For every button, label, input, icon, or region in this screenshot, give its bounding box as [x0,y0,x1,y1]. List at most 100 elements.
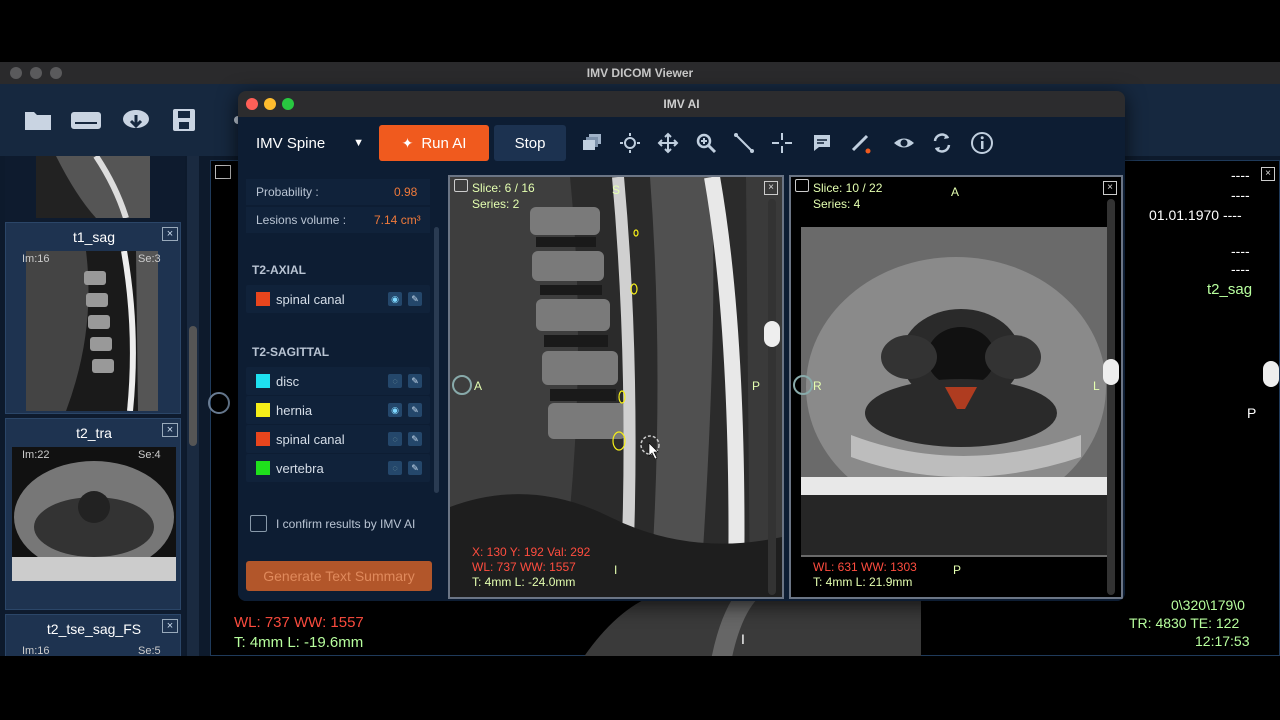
pencil-icon[interactable]: ✎ [408,403,422,417]
close-icon[interactable]: × [162,227,178,241]
label-row-spinal-canal-sag[interactable]: spinal canal ◌ ✎ [246,425,430,453]
sagittal-heading: T2-SAGITTAL [252,345,330,359]
brightness-icon[interactable] [612,125,648,161]
series-thumbnail-partial[interactable] [36,156,150,218]
info-icon[interactable] [964,125,1000,161]
series-card-t1-sag[interactable]: t1_sag × Im:16 Se:3 [5,222,181,414]
overlay-line: ---- [1231,187,1250,203]
pane-menu-icon[interactable] [795,179,809,192]
probability-row: Probability : 0.98 [246,179,430,205]
main-scroll-handle[interactable] [1263,361,1279,387]
series-scrollbar[interactable] [187,156,199,656]
window-level: WL: 631 WW: 1303 [813,560,917,574]
ruler-icon[interactable] [726,125,762,161]
lesions-row: Lesions volume : 7.14 cm³ [246,207,430,233]
color-swatch [256,461,270,475]
orientation-left: R [813,379,822,393]
folder-icon[interactable] [18,100,58,140]
series-name: t1_sag [72,229,116,245]
series-card-t2-tra[interactable]: t2_tra × Im:22 Se:4 [5,418,181,610]
pane-menu-icon[interactable] [454,179,468,192]
label-name: vertebra [276,461,324,476]
sync-icon[interactable] [452,375,472,395]
slice-scroll-handle[interactable] [764,321,780,347]
model-select[interactable]: IMV Spine ▼ [248,125,372,161]
pencil-icon[interactable]: ✎ [408,432,422,446]
sagittal-image-pane[interactable]: Slice: 6 / 16 Series: 2 S A P I × X: 130… [448,175,784,599]
zoom-icon[interactable] [688,125,724,161]
close-icon[interactable]: × [764,181,778,195]
orientation-bottom: I [741,631,745,647]
axial-image-pane[interactable]: Slice: 10 / 22 Series: 4 A R L P × WL: 6… [789,175,1123,599]
series-list-panel: t1_sag × Im:16 Se:3 t2_tra × Im:22 Se:4 … [5,156,185,656]
pen-icon[interactable] [842,125,878,161]
slice-scroll-handle[interactable] [1103,359,1119,385]
layers-icon[interactable] [574,125,610,161]
close-icon[interactable]: × [162,619,178,633]
series-image-count: Im:16 [22,645,50,656]
viewport-menu-icon[interactable] [215,165,231,179]
run-ai-button[interactable]: ✦ Run AI [379,125,489,161]
eye-off-icon[interactable]: ◌ [388,374,402,388]
series-name: t2_tra [76,425,112,441]
overlay-coordinates: 0\320\179\0 [1171,597,1245,613]
results-scrollbar[interactable] [434,227,439,493]
label-row-vertebra[interactable]: vertebra ◌ ✎ [246,454,430,482]
label-row-disc[interactable]: disc ◌ ✎ [246,367,430,395]
label-row-hernia[interactable]: hernia ◉ ✎ [246,396,430,424]
color-swatch [256,432,270,446]
eye-icon[interactable]: ◉ [388,403,402,417]
overlay-time: 12:17:53 [1195,633,1250,649]
confirm-label: I confirm results by IMV AI [276,517,416,531]
confirm-checkbox[interactable] [250,515,267,532]
generate-summary-button[interactable]: Generate Text Summary [246,561,432,591]
overlay-series-name: t2_sag [1207,281,1253,298]
comment-icon[interactable] [804,125,840,161]
series-thumbnail [12,447,176,581]
pencil-icon[interactable]: ✎ [408,461,422,475]
scroll-thumb[interactable] [189,326,197,446]
drive-icon[interactable] [66,100,106,140]
color-swatch [256,292,270,306]
close-icon[interactable]: × [1261,167,1275,181]
probability-label: Probability : [256,185,319,199]
series-number: Se:4 [138,449,161,461]
eye-icon[interactable]: ◉ [388,292,402,306]
slice-thickness: T: 4mm L: 21.9mm [813,575,913,589]
orientation-right: P [752,379,761,393]
label-row-spinal-canal[interactable]: spinal canal ◉ ✎ [246,285,430,313]
run-ai-label: Run AI [421,134,467,152]
label-name: hernia [276,403,313,418]
ai-titlebar: IMV AI [238,91,1125,117]
eye-icon[interactable] [886,125,922,161]
overlay-line: ---- [1231,261,1250,277]
download-icon[interactable] [116,100,156,140]
pencil-icon[interactable]: ✎ [408,374,422,388]
color-swatch [256,374,270,388]
overlay-date: 01.01.1970 ---- [1149,207,1242,223]
slice-scrollbar[interactable] [1107,199,1115,595]
sync-icon[interactable] [793,375,813,395]
crosshair-icon[interactable] [764,125,800,161]
close-icon[interactable]: × [162,423,178,437]
viewport-sync-icon[interactable] [208,392,230,414]
series-thumbnail [26,251,158,411]
pencil-icon[interactable]: ✎ [408,292,422,306]
orientation-right: P [1247,405,1257,421]
lesions-label: Lesions volume : [256,213,347,227]
sparkle-icon: ✦ [401,134,414,151]
main-titlebar: IMV DICOM Viewer [0,62,1280,84]
series-card-t2-tse-sag-fs[interactable]: t2_tse_sag_FS × Im:16 Se:5 [5,614,181,656]
close-icon[interactable]: × [1103,181,1117,195]
window-level: WL: 737 WW: 1557 [472,560,576,574]
overlay-line: ---- [1231,167,1250,183]
save-icon[interactable] [164,100,204,140]
axial-heading: T2-AXIAL [252,263,306,277]
sync-icon[interactable] [924,125,960,161]
pan-icon[interactable] [650,125,686,161]
stop-button[interactable]: Stop [494,125,566,161]
eye-off-icon[interactable]: ◌ [388,432,402,446]
slice-indicator: Slice: 10 / 22 [813,181,883,195]
eye-off-icon[interactable]: ◌ [388,461,402,475]
slice-scrollbar[interactable] [768,199,776,595]
